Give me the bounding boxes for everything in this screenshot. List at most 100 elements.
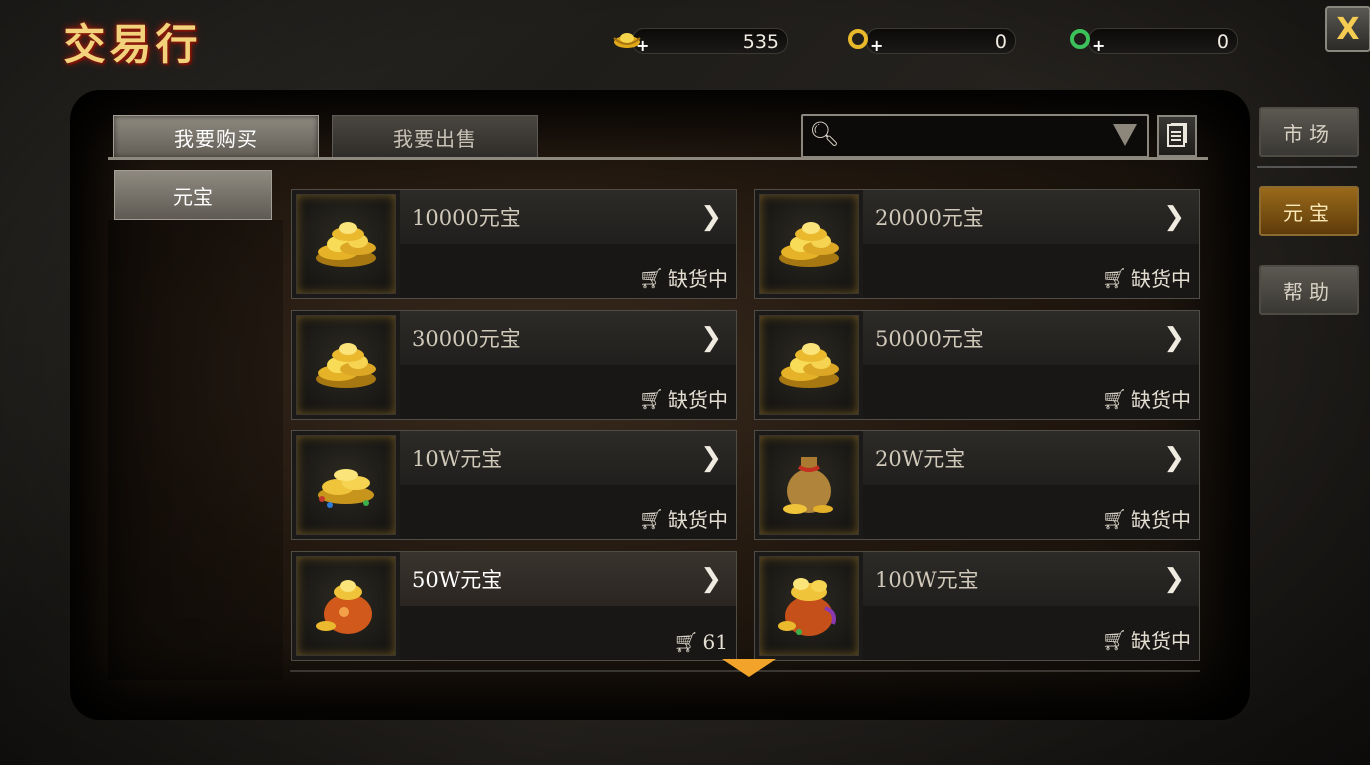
item-name: 50W元宝 xyxy=(412,568,503,592)
item-body: 🛒︎ 缺货中 xyxy=(863,485,1199,539)
item-card[interactable]: 50W元宝 ❯ 🛒︎ 61 xyxy=(291,551,737,661)
item-card[interactable]: 30000元宝 ❯ 🛒︎ 缺货中 xyxy=(291,310,737,420)
add-jade-ring-icon[interactable]: + xyxy=(1092,36,1105,55)
add-gold-ring-icon[interactable]: + xyxy=(870,36,883,55)
item-header: 20W元宝 ❯ xyxy=(863,431,1199,485)
chevron-right-icon[interactable]: ❯ xyxy=(700,323,722,353)
money-bag-icon xyxy=(759,435,859,535)
item-stock: 🛒︎ 缺货中 xyxy=(639,384,728,413)
item-stock-value: 缺货中 xyxy=(668,267,728,291)
item-card[interactable]: 20000元宝 ❯ 🛒︎ 缺货中 xyxy=(754,189,1200,299)
item-name: 10W元宝 xyxy=(412,447,503,471)
currency-gold-value: 535 xyxy=(742,31,779,53)
item-name: 20000元宝 xyxy=(875,206,984,230)
side-yuanbao-button[interactable]: 元宝 xyxy=(1259,186,1359,236)
item-stock-value: 缺货中 xyxy=(668,388,728,412)
currency-gold: 535 + xyxy=(612,26,788,55)
item-body: 🛒︎ 缺货中 xyxy=(863,606,1199,660)
tab-sell[interactable]: 我要出售 xyxy=(332,115,538,159)
item-stock-value: 缺货中 xyxy=(1131,388,1191,412)
item-stock-value: 缺货中 xyxy=(1131,508,1191,532)
close-button[interactable]: X xyxy=(1325,6,1370,52)
chevron-right-icon[interactable]: ❯ xyxy=(1163,443,1185,473)
item-name: 50000元宝 xyxy=(875,327,984,351)
cart-icon: 🛒︎ xyxy=(673,630,699,654)
cart-icon: 🛒︎ xyxy=(1101,627,1127,652)
currency-jade-ring-bar: 0 xyxy=(1088,28,1238,54)
item-stock: 🛒︎ 61 xyxy=(673,630,728,654)
cart-icon: 🛒︎ xyxy=(1101,386,1127,411)
red-money-bag-icon xyxy=(296,556,396,656)
item-card[interactable]: 10W元宝 ❯ 🛒︎ 缺货中 xyxy=(291,430,737,540)
search-input[interactable] xyxy=(843,122,1097,150)
item-stock-value: 61 xyxy=(702,630,728,654)
window-title: 交易行 xyxy=(63,19,202,69)
item-header: 50W元宝 ❯ xyxy=(400,552,736,606)
item-stock-value: 缺货中 xyxy=(668,508,728,532)
item-stock-value: 缺货中 xyxy=(1131,629,1191,653)
gold-ring-icon[interactable]: + xyxy=(846,26,883,55)
chevron-right-icon[interactable]: ❯ xyxy=(700,202,722,232)
item-name: 100W元宝 xyxy=(875,568,979,592)
item-header: 10W元宝 ❯ xyxy=(400,431,736,485)
add-gold-icon[interactable]: + xyxy=(636,36,649,55)
item-card[interactable]: 100W元宝 ❯ 🛒︎ 缺货中 xyxy=(754,551,1200,661)
currency-gold-ring-bar: 0 xyxy=(866,28,1016,54)
records-button[interactable] xyxy=(1157,115,1197,157)
currency-jade-ring-value: 0 xyxy=(1216,31,1229,53)
category-panel xyxy=(108,220,283,680)
item-stock: 🛒︎ 缺货中 xyxy=(1102,504,1191,533)
item-stock: 🛒︎ 缺货中 xyxy=(1102,625,1191,654)
currency-gold-ring: 0 + xyxy=(846,26,1016,55)
item-body: 🛒︎ 缺货中 xyxy=(863,244,1199,298)
chevron-right-icon[interactable]: ❯ xyxy=(700,564,722,594)
item-body: 🛒︎ 61 xyxy=(400,606,736,660)
chevron-right-icon[interactable]: ❯ xyxy=(1163,202,1185,232)
scroll-down-icon[interactable] xyxy=(722,659,776,677)
tab-buy[interactable]: 我要购买 xyxy=(113,115,319,159)
item-name: 10000元宝 xyxy=(412,206,521,230)
item-card[interactable]: 50000元宝 ❯ 🛒︎ 缺货中 xyxy=(754,310,1200,420)
item-header: 100W元宝 ❯ xyxy=(863,552,1199,606)
search-box: 🔍︎ xyxy=(801,114,1149,158)
category-yuanbao[interactable]: 元宝 xyxy=(114,170,272,220)
search-icon[interactable]: 🔍︎ xyxy=(809,120,839,148)
cart-icon: 🛒︎ xyxy=(638,265,664,290)
side-market-button[interactable]: 市场 xyxy=(1259,107,1359,157)
item-body: 🛒︎ 缺货中 xyxy=(400,244,736,298)
cart-icon: 🛒︎ xyxy=(1101,265,1127,290)
treasure-bag-icon xyxy=(759,556,859,656)
item-card[interactable]: 10000元宝 ❯ 🛒︎ 缺货中 xyxy=(291,189,737,299)
currency-gold-bar: 535 xyxy=(632,28,788,54)
side-divider xyxy=(1257,166,1357,168)
title-logo: 交易行 xyxy=(40,6,225,76)
jade-ring-icon[interactable]: + xyxy=(1068,26,1105,55)
item-stock-value: 缺货中 xyxy=(1131,267,1191,291)
item-body: 🛒︎ 缺货中 xyxy=(863,365,1199,419)
gold-ingot-pile-icon xyxy=(759,194,859,294)
item-header: 20000元宝 ❯ xyxy=(863,190,1199,244)
cart-icon: 🛒︎ xyxy=(638,506,664,531)
chevron-right-icon[interactable]: ❯ xyxy=(700,443,722,473)
gold-ingot-icon[interactable]: + xyxy=(612,26,649,55)
currency-jade-ring: 0 + xyxy=(1068,26,1238,55)
dropdown-arrow-icon[interactable] xyxy=(1113,124,1137,146)
chevron-right-icon[interactable]: ❯ xyxy=(1163,323,1185,353)
item-stock: 🛒︎ 缺货中 xyxy=(639,504,728,533)
gold-ingot-pile-icon xyxy=(759,315,859,415)
side-help-button[interactable]: 帮助 xyxy=(1259,265,1359,315)
currency-gold-ring-value: 0 xyxy=(994,31,1007,53)
gold-ingot-pile-icon xyxy=(296,315,396,415)
item-body: 🛒︎ 缺货中 xyxy=(400,365,736,419)
item-header: 50000元宝 ❯ xyxy=(863,311,1199,365)
item-stock: 🛒︎ 缺货中 xyxy=(1102,384,1191,413)
item-card[interactable]: 20W元宝 ❯ 🛒︎ 缺货中 xyxy=(754,430,1200,540)
cart-icon: 🛒︎ xyxy=(1101,506,1127,531)
item-body: 🛒︎ 缺货中 xyxy=(400,485,736,539)
item-header: 10000元宝 ❯ xyxy=(400,190,736,244)
chevron-right-icon[interactable]: ❯ xyxy=(1163,564,1185,594)
gold-ingot-pile-icon xyxy=(296,194,396,294)
item-name: 30000元宝 xyxy=(412,327,521,351)
item-stock: 🛒︎ 缺货中 xyxy=(639,263,728,292)
item-header: 30000元宝 ❯ xyxy=(400,311,736,365)
